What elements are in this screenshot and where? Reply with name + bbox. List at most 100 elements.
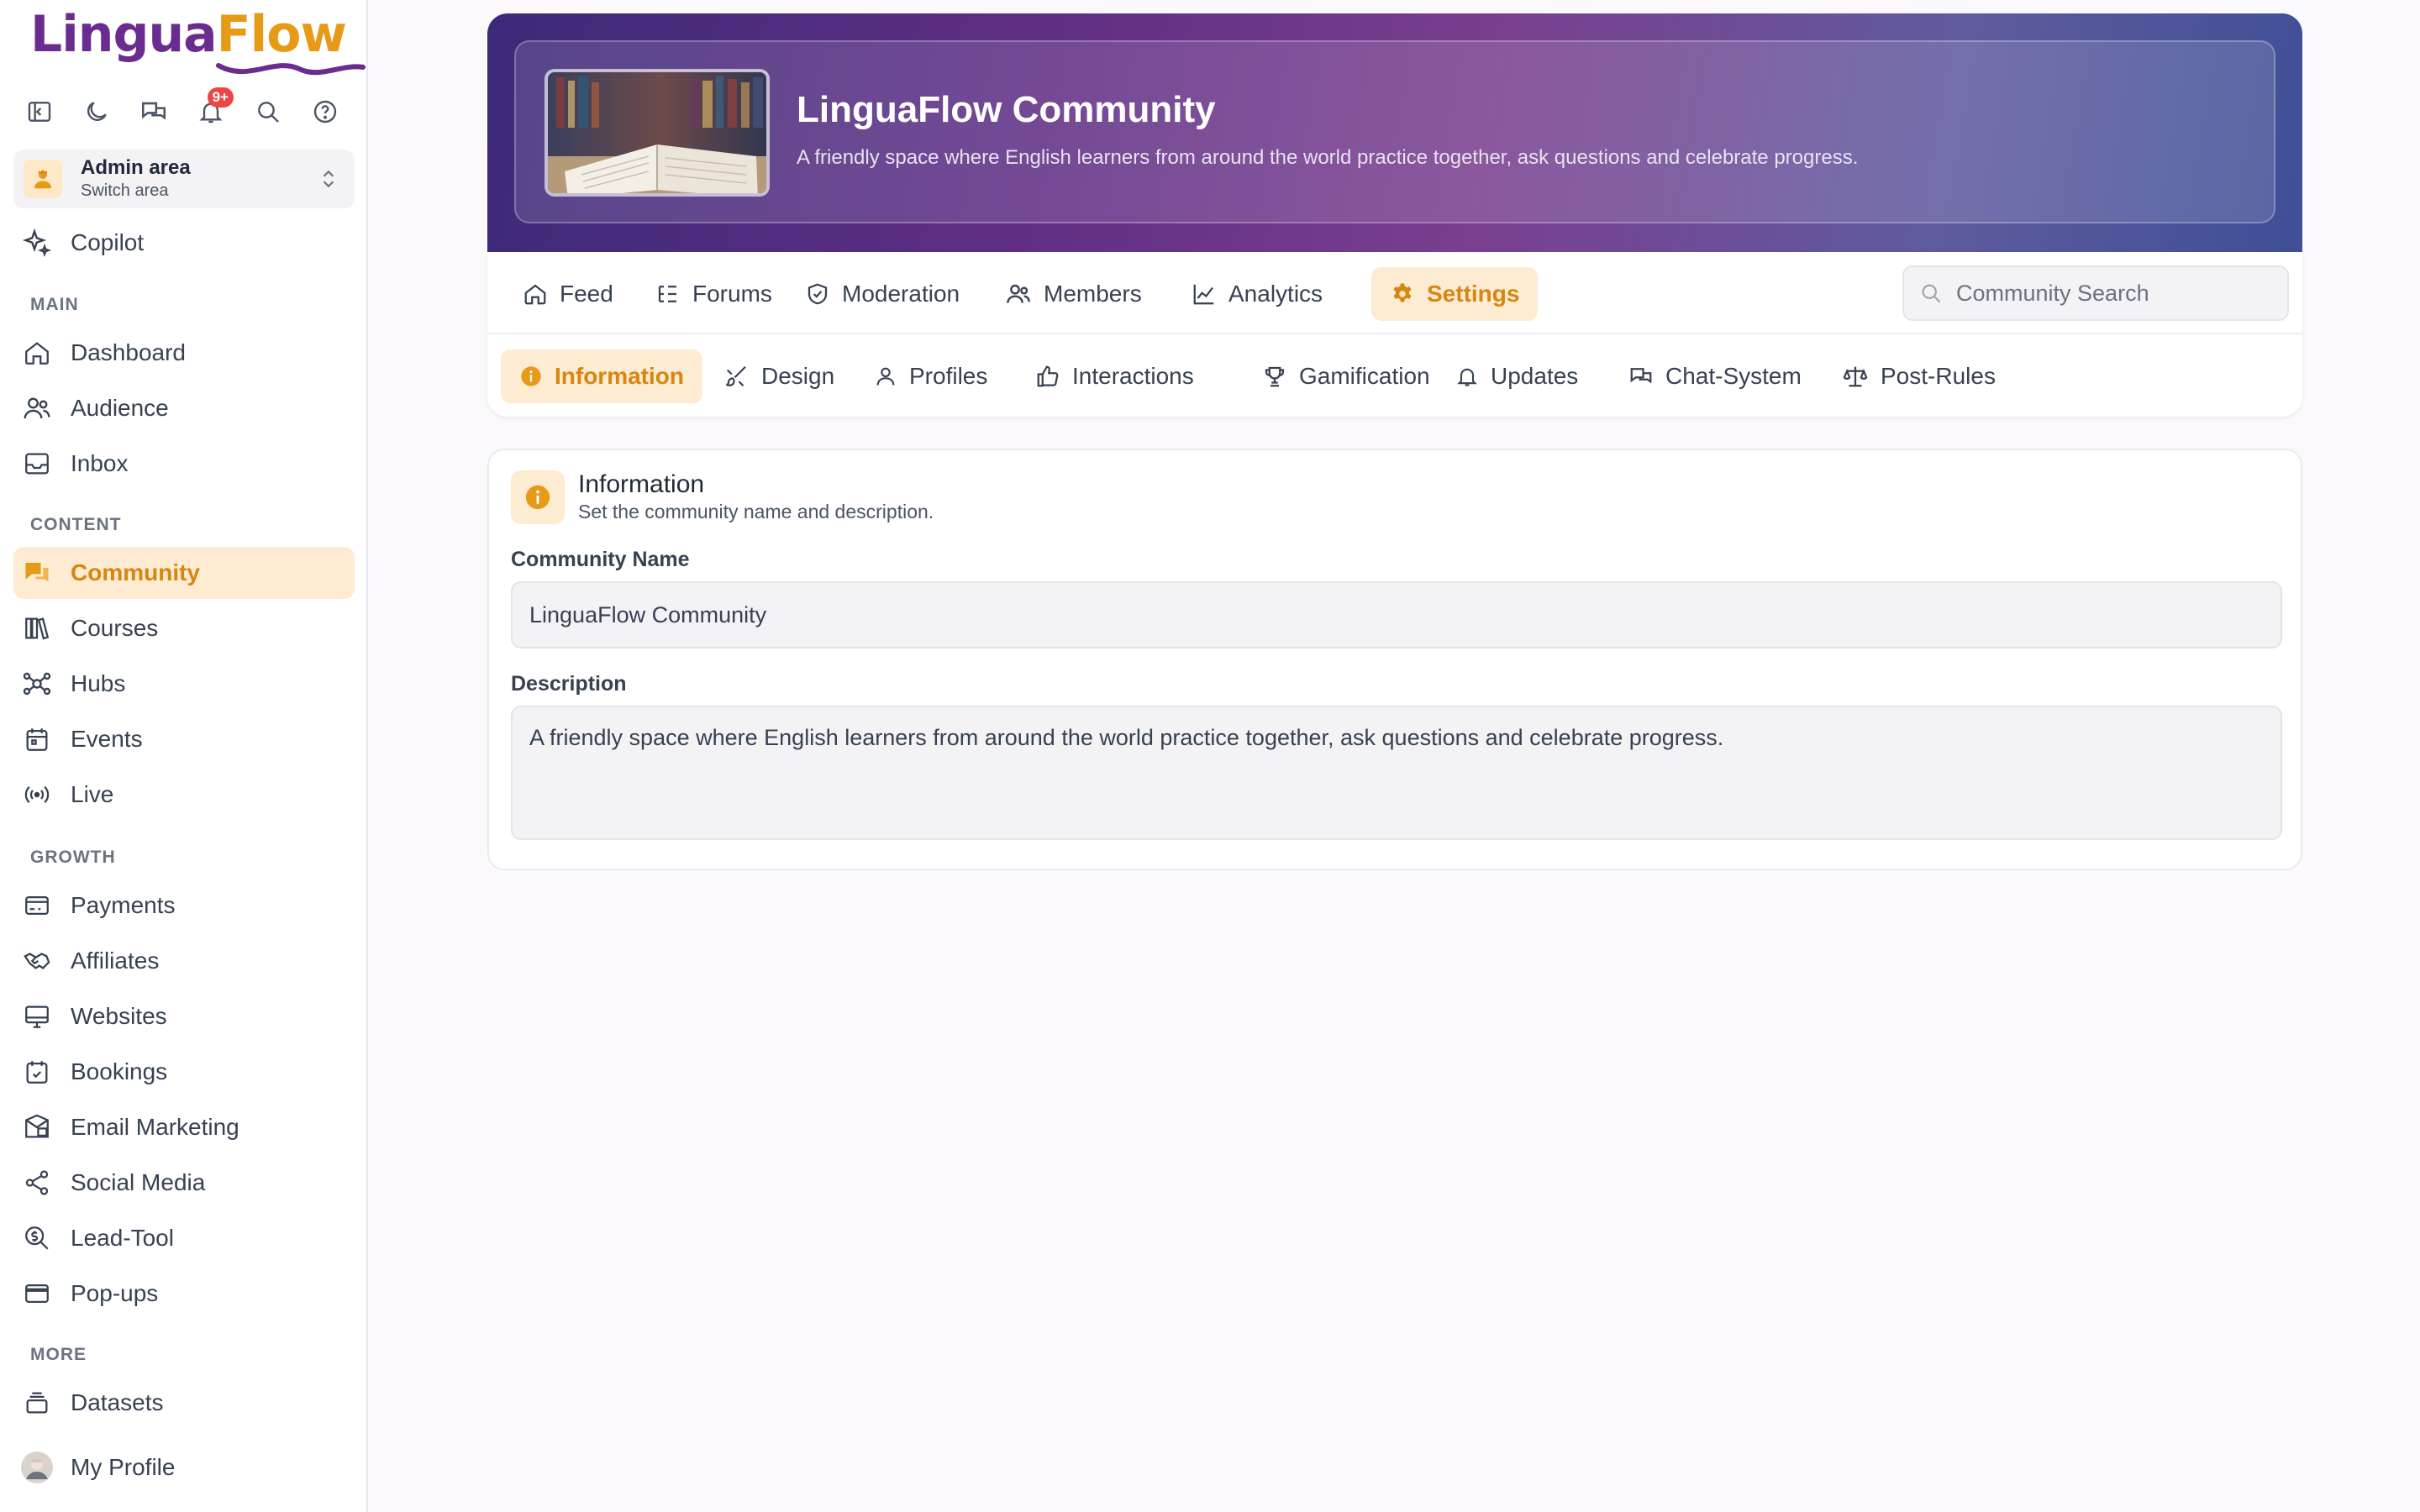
mail-icon xyxy=(25,1114,49,1138)
broadcast-icon xyxy=(24,785,50,804)
settings-tab-label: Post-Rules xyxy=(1881,363,1996,389)
search-icon xyxy=(258,102,279,123)
dark-mode-button[interactable] xyxy=(77,92,116,131)
settings-tab-information[interactable]: Information xyxy=(501,349,702,403)
help-icon xyxy=(313,100,337,123)
sidebar-item-courses[interactable]: Courses xyxy=(13,602,355,654)
tab-members[interactable]: Members xyxy=(986,267,1160,321)
tab-forums[interactable]: Forums xyxy=(637,267,791,321)
sidebar-item-events[interactable]: Events xyxy=(13,713,355,765)
main-content: LinguaFlow Community A friendly space wh… xyxy=(487,13,2302,417)
sidebar-item-websites[interactable]: Websites xyxy=(13,990,355,1042)
sidebar-item-email-marketing[interactable]: Email Marketing xyxy=(13,1101,355,1153)
tab-moderation[interactable]: Moderation xyxy=(786,267,978,321)
sidebar-item-label: Events xyxy=(71,726,143,752)
sidebar-item-popups[interactable]: Pop-ups xyxy=(13,1268,355,1320)
tab-label: Members xyxy=(1044,281,1142,307)
settings-tab-label: Chat-System xyxy=(1665,363,1802,389)
sidebar-item-datasets[interactable]: Datasets xyxy=(13,1377,355,1429)
settings-tab-chat-system[interactable]: Chat-System xyxy=(1610,349,1820,403)
inbox-icon xyxy=(25,453,49,475)
info-icon xyxy=(525,485,550,510)
sidebar-item-live[interactable]: Live xyxy=(13,769,355,821)
chat-icon xyxy=(141,102,166,120)
users-icon xyxy=(1007,284,1030,303)
information-card-icon-box xyxy=(511,470,565,524)
information-card-subtitle: Set the community name and description. xyxy=(578,501,934,522)
sidebar-item-label: Lead-Tool xyxy=(71,1225,174,1251)
community-tabs-card: Feed Forums Moderation Members Analytics… xyxy=(487,252,2302,417)
sidebar-item-label: Affiliates xyxy=(71,948,160,974)
collapse-icon xyxy=(28,102,51,122)
description-field[interactable]: A friendly space where English learners … xyxy=(511,706,2282,840)
settings-tab-gamification[interactable]: Gamification xyxy=(1244,349,1449,403)
info-icon xyxy=(521,366,541,386)
sidebar-item-label: Pop-ups xyxy=(71,1280,159,1306)
hero-panel: LinguaFlow Community A friendly space wh… xyxy=(514,40,2275,223)
sparkles-icon xyxy=(22,228,52,258)
settings-tab-label: Interactions xyxy=(1072,363,1194,389)
sidebar-item-lead-tool[interactable]: Lead-Tool xyxy=(13,1212,355,1264)
sidebar-item-dashboard[interactable]: Dashboard xyxy=(13,327,355,379)
section-main: MAIN xyxy=(30,295,79,314)
trophy-icon xyxy=(1265,366,1285,387)
sidebar-item-affiliates[interactable]: Affiliates xyxy=(13,935,355,987)
global-search-button[interactable] xyxy=(249,92,287,131)
collapse-sidebar-button[interactable] xyxy=(20,92,59,131)
area-title: Admin area xyxy=(81,156,191,179)
tab-label: Moderation xyxy=(842,281,960,307)
sidebar-item-copilot[interactable]: Copilot xyxy=(13,217,355,269)
sidebar-item-community[interactable]: Community xyxy=(13,547,355,599)
logo-text-part2: Flow xyxy=(216,5,347,64)
sidebar-item-social-media[interactable]: Social Media xyxy=(13,1157,355,1209)
settings-tab-profiles[interactable]: Profiles xyxy=(855,349,1006,403)
tab-analytics[interactable]: Analytics xyxy=(1173,267,1341,321)
messages-button[interactable] xyxy=(134,92,173,131)
sidebar-item-payments[interactable]: Payments xyxy=(13,879,355,932)
sidebar-item-bookings[interactable]: Bookings xyxy=(13,1046,355,1098)
tab-feed[interactable]: Feed xyxy=(504,267,632,321)
community-name-field[interactable] xyxy=(511,581,2282,648)
section-growth: GROWTH xyxy=(30,848,116,867)
settings-tab-label: Updates xyxy=(1491,363,1579,389)
shield-check-icon xyxy=(808,283,828,305)
sidebar-item-inbox[interactable]: Inbox xyxy=(13,438,355,490)
area-switcher[interactable]: Admin area Switch area xyxy=(13,150,355,208)
chevron-updown-icon xyxy=(323,170,334,188)
admin-user-icon xyxy=(34,169,51,189)
sidebar-toolbar: 9+ xyxy=(20,87,345,131)
brand-logo[interactable]: LinguaFlow xyxy=(30,5,366,79)
sidebar-item-my-profile[interactable]: My Profile xyxy=(13,1441,355,1494)
settings-tab-post-rules[interactable]: Post-Rules xyxy=(1823,349,2014,403)
credit-card-icon xyxy=(25,895,49,916)
sidebar-item-label: Datasets xyxy=(71,1389,164,1415)
help-button[interactable] xyxy=(306,92,345,131)
community-cover-image[interactable] xyxy=(544,69,770,197)
profile-avatar xyxy=(21,1452,53,1483)
sidebar-item-label: Audience xyxy=(71,395,169,421)
community-search-input[interactable] xyxy=(1956,280,2275,307)
community-name-label: Community Name xyxy=(511,548,690,571)
information-card: Information Set the community name and d… xyxy=(487,449,2302,870)
window-icon xyxy=(25,1284,49,1304)
settings-tab-design[interactable]: Design xyxy=(706,349,853,403)
tab-settings[interactable]: Settings xyxy=(1371,267,1539,321)
settings-tab-updates[interactable]: Updates xyxy=(1437,349,1597,403)
tab-label: Analytics xyxy=(1228,281,1323,307)
sidebar-item-hubs[interactable]: Hubs xyxy=(13,658,355,710)
community-title: LinguaFlow Community xyxy=(797,89,1216,130)
notifications-button[interactable]: 9+ xyxy=(192,87,234,131)
calendar-check-icon xyxy=(26,1061,48,1084)
settings-tab-interactions[interactable]: Interactions xyxy=(1017,349,1213,403)
community-search[interactable] xyxy=(1902,265,2289,321)
information-card-title: Information xyxy=(578,470,705,498)
sidebar-item-label: Hubs xyxy=(71,670,126,696)
notification-badge: 9+ xyxy=(207,87,234,108)
sidebar-item-label: Courses xyxy=(71,615,159,641)
sidebar-item-label: Bookings xyxy=(71,1058,168,1084)
tab-label: Forums xyxy=(692,281,772,307)
sidebar-item-label: Social Media xyxy=(71,1169,206,1195)
community-hero: LinguaFlow Community A friendly space wh… xyxy=(487,13,2302,252)
scale-icon xyxy=(1843,366,1868,387)
sidebar-item-audience[interactable]: Audience xyxy=(13,382,355,434)
